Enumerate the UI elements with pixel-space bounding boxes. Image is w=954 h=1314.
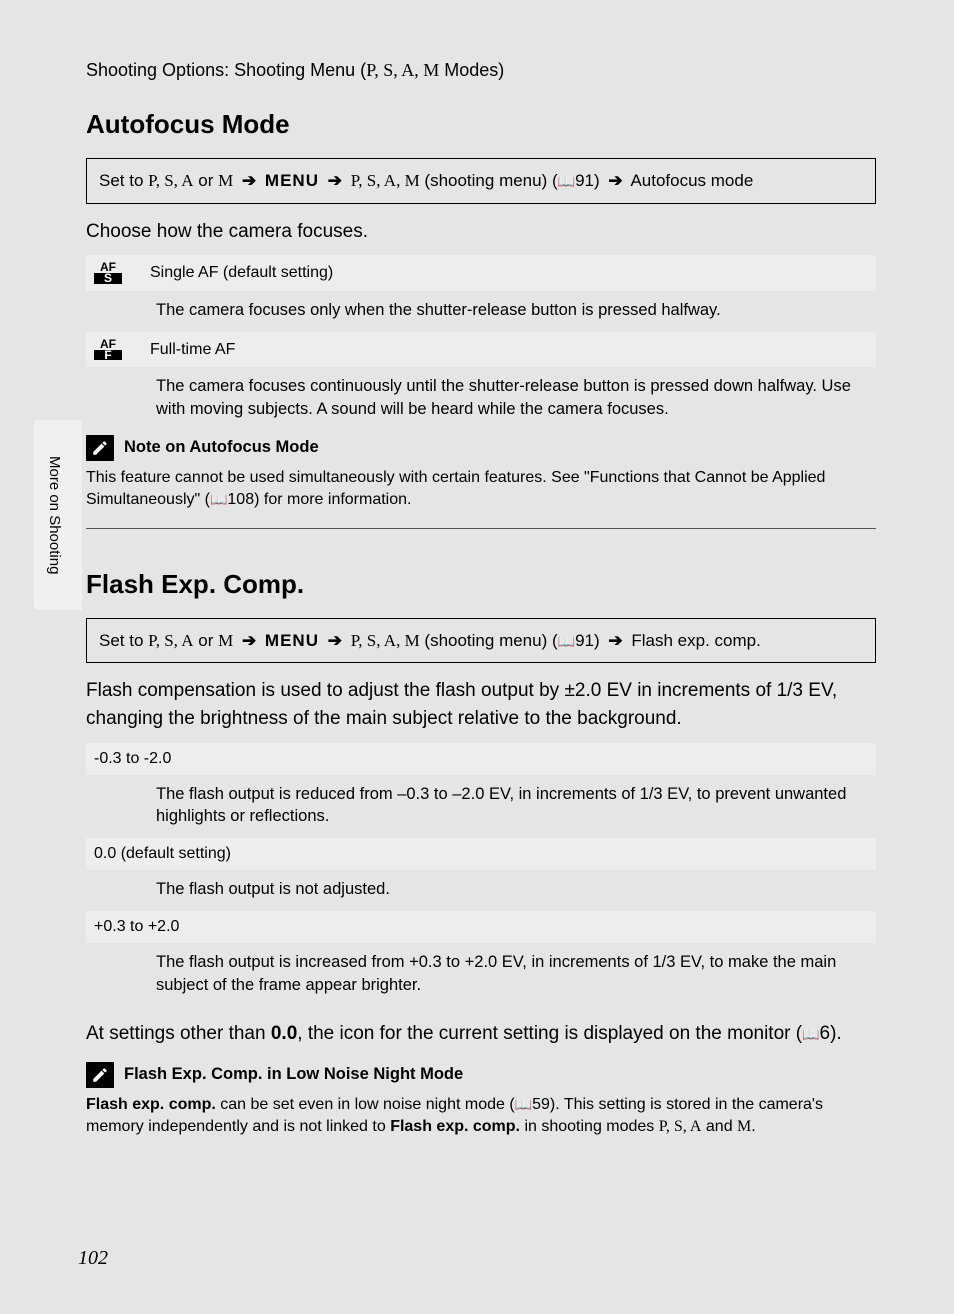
nav-menu: MENU: [265, 171, 319, 190]
arrow-icon: ➔: [324, 631, 346, 650]
flash-section: Flash Exp. Comp. Set to P, S, A or M ➔ M…: [86, 569, 876, 1139]
flash-note: Flash Exp. Comp. in Low Noise Night Mode…: [86, 1062, 876, 1139]
note-body: Flash exp. comp. can be set even in low …: [86, 1094, 876, 1139]
option-desc: The flash output is reduced from –0.3 to…: [86, 775, 876, 839]
note-ref: 108: [227, 491, 254, 508]
autofocus-nav-box: Set to P, S, A or M ➔ MENU ➔ P, S, A, M …: [86, 158, 876, 204]
nav-shooting-menu: (shooting menu) (: [420, 171, 558, 190]
icon-bottom: F: [94, 350, 122, 361]
arrow-icon: ➔: [604, 171, 626, 190]
after-bold: 0.0: [271, 1023, 297, 1044]
nav-modes2: P, S, A, M: [351, 631, 420, 650]
note-a: can be set even in low noise night mode …: [216, 1096, 515, 1113]
flash-title: Flash Exp. Comp.: [86, 569, 876, 600]
nav-shooting-menu: (shooting menu) (: [420, 631, 558, 650]
flash-options: -0.3 to -2.0 The flash output is reduced…: [86, 743, 876, 1007]
after-c: ).: [830, 1023, 842, 1044]
breadcrumb-suffix: Modes): [439, 60, 504, 80]
book-icon: [210, 491, 227, 508]
af-f-icon: AF F: [94, 339, 122, 361]
note-header: Flash Exp. Comp. in Low Noise Night Mode: [86, 1062, 876, 1088]
option-desc: The camera focuses continuously until th…: [86, 367, 876, 431]
arrow-icon: ➔: [324, 171, 346, 190]
nav-ref: 91: [575, 631, 594, 650]
note-body-a: This feature cannot be used simultaneous…: [86, 469, 825, 508]
option-title: Single AF (default setting): [150, 264, 333, 282]
nav-dest: Autofocus mode: [630, 171, 753, 190]
nav-modeM: M: [218, 631, 233, 650]
nav-menu: MENU: [265, 631, 319, 650]
page-content: Shooting Options: Shooting Menu (P, S, A…: [0, 0, 954, 1314]
arrow-icon: ➔: [604, 631, 626, 650]
pencil-icon: [86, 1062, 114, 1088]
nav-end: ): [594, 631, 604, 650]
nav-or: or: [194, 631, 219, 650]
after-ref: 6: [820, 1023, 831, 1044]
nav-set-to: Set to: [99, 171, 148, 190]
flash-after-text: At settings other than 0.0, the icon for…: [86, 1020, 876, 1048]
note-e: .: [751, 1118, 755, 1135]
breadcrumb: Shooting Options: Shooting Menu (P, S, A…: [86, 60, 876, 81]
book-icon: [558, 631, 575, 650]
option-desc: The flash output is not adjusted.: [86, 870, 876, 911]
autofocus-note: Note on Autofocus Mode This feature cann…: [86, 435, 876, 529]
nav-modes1: P, S, A: [148, 171, 193, 190]
option-header-zero: 0.0 (default setting): [86, 838, 876, 870]
option-header-neg: -0.3 to -2.0: [86, 743, 876, 775]
nav-end: ): [594, 171, 604, 190]
nav-set-to: Set to: [99, 631, 148, 650]
page-number: 102: [78, 1247, 108, 1270]
nav-ref: 91: [575, 171, 594, 190]
arrow-icon: ➔: [238, 631, 260, 650]
af-s-icon: AF S: [94, 262, 122, 284]
note-modeM: M: [737, 1118, 751, 1135]
arrow-icon: ➔: [238, 171, 260, 190]
option-header-single-af: AF S Single AF (default setting): [86, 255, 876, 291]
nav-modes2: P, S, A, M: [351, 171, 420, 190]
icon-bottom: S: [94, 273, 122, 284]
breadcrumb-prefix: Shooting Options: Shooting Menu (: [86, 60, 366, 80]
nav-modes1: P, S, A: [148, 631, 193, 650]
book-icon: [802, 1023, 819, 1044]
option-title: Full-time AF: [150, 341, 235, 359]
after-a: At settings other than: [86, 1023, 271, 1044]
option-desc: The camera focuses only when the shutter…: [86, 291, 876, 332]
note-body-b: ) for more information.: [254, 491, 411, 508]
option-header-fulltime-af: AF F Full-time AF: [86, 332, 876, 368]
option-label: 0.0 (default setting): [94, 845, 231, 863]
note-title: Note on Autofocus Mode: [124, 438, 319, 457]
note-header: Note on Autofocus Mode: [86, 435, 876, 461]
autofocus-intro: Choose how the camera focuses.: [86, 218, 876, 246]
autofocus-title: Autofocus Mode: [86, 109, 876, 140]
note-bold-a: Flash exp. comp.: [86, 1096, 216, 1113]
flash-intro: Flash compensation is used to adjust the…: [86, 677, 876, 732]
nav-dest: Flash exp. comp.: [631, 631, 760, 650]
pencil-icon: [86, 435, 114, 461]
book-icon: [515, 1096, 532, 1113]
autofocus-options: AF S Single AF (default setting) The cam…: [86, 255, 876, 430]
option-label: -0.3 to -2.0: [94, 750, 171, 768]
option-label: +0.3 to +2.0: [94, 918, 179, 936]
book-icon: [558, 171, 575, 190]
nav-modeM: M: [218, 171, 233, 190]
note-ref: 59: [532, 1096, 550, 1113]
note-c: in shooting modes: [520, 1118, 659, 1135]
note-title: Flash Exp. Comp. in Low Noise Night Mode: [124, 1065, 463, 1084]
option-header-pos: +0.3 to +2.0: [86, 911, 876, 943]
note-d: and: [701, 1118, 737, 1135]
after-b: , the icon for the current setting is di…: [297, 1023, 802, 1044]
breadcrumb-modes: P, S, A, M: [366, 60, 439, 80]
note-bold-b: Flash exp. comp.: [390, 1118, 520, 1135]
note-modes: P, S, A: [659, 1118, 702, 1135]
option-desc: The flash output is increased from +0.3 …: [86, 943, 876, 1007]
flash-nav-box: Set to P, S, A or M ➔ MENU ➔ P, S, A, M …: [86, 618, 876, 664]
note-body: This feature cannot be used simultaneous…: [86, 467, 876, 512]
nav-or: or: [194, 171, 219, 190]
